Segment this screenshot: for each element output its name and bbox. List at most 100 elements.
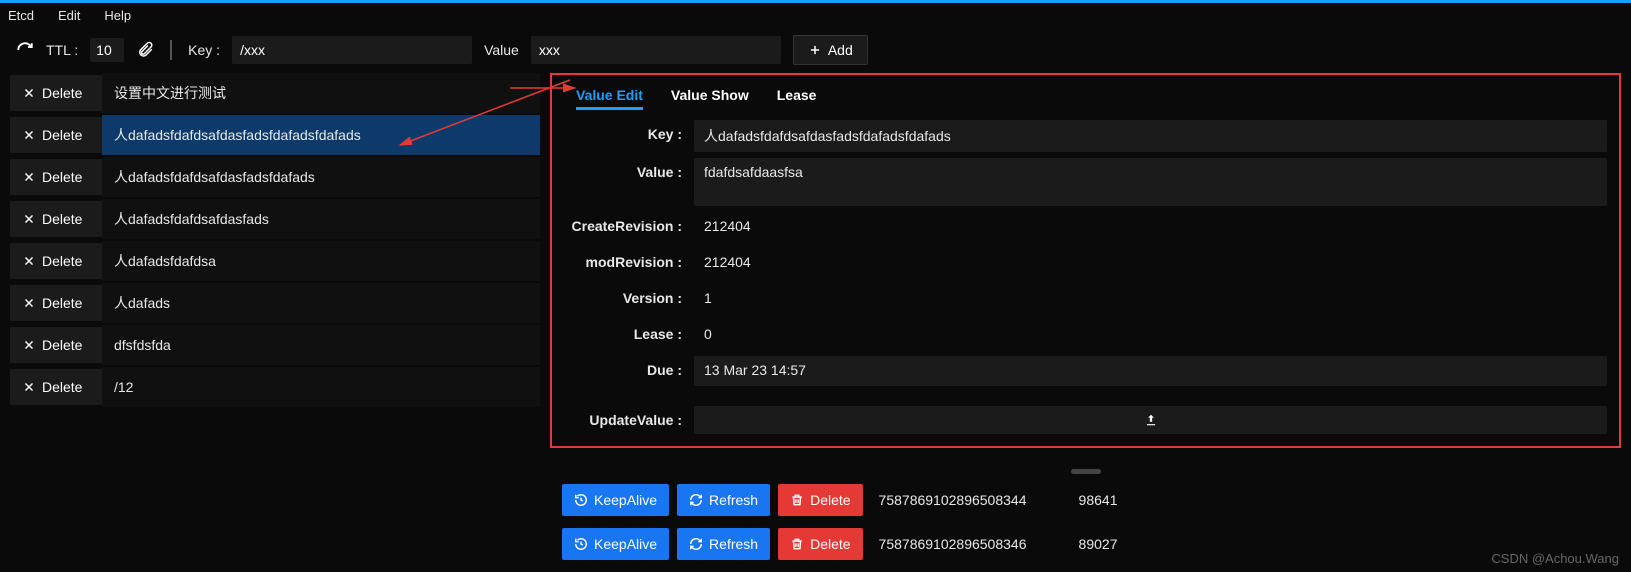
- key-row[interactable]: Delete 人dafadsfdafdsafdasfadsfdafads: [10, 157, 540, 197]
- detail-lease-value: 0: [694, 320, 1607, 350]
- lease-id: 7587869102896508344: [871, 492, 1071, 508]
- delete-button[interactable]: Delete: [10, 327, 102, 363]
- lease-ttl: 89027: [1079, 536, 1118, 552]
- detail-value-value[interactable]: fdafdsafdaasfsa: [694, 158, 1607, 206]
- menu-help[interactable]: Help: [104, 8, 131, 23]
- divider: [170, 40, 172, 60]
- menu-edit[interactable]: Edit: [58, 8, 80, 23]
- lease-row: KeepAlive Refresh Delete 758786910289650…: [550, 524, 1621, 564]
- history-icon: [574, 493, 588, 507]
- delete-button[interactable]: Delete: [10, 75, 102, 111]
- watermark: CSDN @Achou.Wang: [1491, 551, 1619, 566]
- delete-lease-label: Delete: [810, 536, 850, 552]
- key-text[interactable]: /12: [102, 367, 540, 407]
- refresh-icon: [689, 537, 703, 551]
- key-text[interactable]: 人dafadsfdafdsafdasfads: [102, 199, 540, 239]
- trash-icon: [790, 493, 804, 507]
- key-input[interactable]: [232, 36, 472, 64]
- close-icon: [22, 170, 36, 184]
- delete-lease-button[interactable]: Delete: [778, 484, 862, 516]
- upload-icon: [1144, 413, 1158, 427]
- trash-icon: [790, 537, 804, 551]
- close-icon: [22, 86, 36, 100]
- delete-label: Delete: [42, 127, 82, 143]
- close-icon: [22, 254, 36, 268]
- key-text[interactable]: 人dafadsfdafdsafdasfadsfdafadsfdafads: [102, 115, 540, 155]
- detail-version-value: 1: [694, 284, 1607, 314]
- attachment-icon[interactable]: [136, 41, 154, 59]
- delete-button[interactable]: Delete: [10, 369, 102, 405]
- refresh-label: Refresh: [709, 492, 758, 508]
- detail-panel: Value Edit Value Show Lease Key : 人dafad…: [550, 73, 1621, 448]
- lease-id: 7587869102896508346: [871, 536, 1071, 552]
- delete-button[interactable]: Delete: [10, 201, 102, 237]
- add-button-label: Add: [828, 42, 853, 58]
- delete-button[interactable]: Delete: [10, 159, 102, 195]
- upload-button[interactable]: [694, 406, 1607, 434]
- drag-handle[interactable]: [1071, 469, 1101, 474]
- key-row[interactable]: Delete 人dafads: [10, 283, 540, 323]
- refresh-button[interactable]: Refresh: [677, 484, 770, 516]
- ttl-label: TTL :: [46, 42, 78, 58]
- ttl-input[interactable]: [90, 38, 124, 62]
- detail-update-label: UpdateValue :: [564, 406, 694, 428]
- detail-version-label: Version :: [564, 284, 694, 306]
- tabs: Value Edit Value Show Lease: [564, 83, 1607, 120]
- value-input[interactable]: [531, 36, 781, 64]
- keepalive-button[interactable]: KeepAlive: [562, 528, 669, 560]
- value-label: Value: [484, 42, 519, 58]
- toolbar: TTL : Key : Value Add: [0, 27, 1631, 73]
- key-text[interactable]: 人dafadsfdafdsa: [102, 241, 540, 281]
- close-icon: [22, 380, 36, 394]
- detail-createrev-value: 212404: [694, 212, 1607, 242]
- menu-etcd[interactable]: Etcd: [8, 8, 34, 23]
- refresh-icon: [689, 493, 703, 507]
- key-row[interactable]: Delete 人dafadsfdafdsafdasfads: [10, 199, 540, 239]
- history-icon: [574, 537, 588, 551]
- close-icon: [22, 296, 36, 310]
- detail-key-value[interactable]: 人dafadsfdafdsafdasfadsfdafadsfdafads: [694, 120, 1607, 152]
- add-button[interactable]: Add: [793, 35, 868, 65]
- key-label: Key :: [188, 42, 220, 58]
- lease-row: KeepAlive Refresh Delete 758786910289650…: [550, 480, 1621, 520]
- key-text[interactable]: 人dafads: [102, 283, 540, 323]
- close-icon: [22, 212, 36, 226]
- delete-label: Delete: [42, 211, 82, 227]
- delete-button[interactable]: Delete: [10, 243, 102, 279]
- key-row[interactable]: Delete dfsfdsfda: [10, 325, 540, 365]
- detail-lease-label: Lease :: [564, 320, 694, 342]
- key-text[interactable]: 人dafadsfdafdsafdasfadsfdafads: [102, 157, 540, 197]
- tab-lease[interactable]: Lease: [777, 87, 817, 110]
- key-row[interactable]: Delete /12: [10, 367, 540, 407]
- refresh-label: Refresh: [709, 536, 758, 552]
- tab-value-edit[interactable]: Value Edit: [576, 87, 643, 110]
- key-text[interactable]: 设置中文进行测试: [102, 73, 540, 113]
- key-text[interactable]: dfsfdsfda: [102, 325, 540, 365]
- detail-due-value[interactable]: 13 Mar 23 14:57: [694, 356, 1607, 386]
- keepalive-button[interactable]: KeepAlive: [562, 484, 669, 516]
- refresh-icon[interactable]: [16, 41, 34, 59]
- key-row[interactable]: Delete 人dafadsfdafdsafdasfadsfdafadsfdaf…: [10, 115, 540, 155]
- delete-label: Delete: [42, 169, 82, 185]
- plus-icon: [808, 43, 822, 57]
- delete-button[interactable]: Delete: [10, 285, 102, 321]
- close-icon: [22, 128, 36, 142]
- delete-lease-button[interactable]: Delete: [778, 528, 862, 560]
- delete-label: Delete: [42, 337, 82, 353]
- refresh-button[interactable]: Refresh: [677, 528, 770, 560]
- delete-label: Delete: [42, 85, 82, 101]
- delete-button[interactable]: Delete: [10, 117, 102, 153]
- detail-value-label: Value :: [564, 158, 694, 180]
- lease-list: KeepAlive Refresh Delete 758786910289650…: [550, 480, 1621, 564]
- keepalive-label: KeepAlive: [594, 536, 657, 552]
- delete-label: Delete: [42, 253, 82, 269]
- key-row[interactable]: Delete 人dafadsfdafdsa: [10, 241, 540, 281]
- detail-createrev-label: CreateRevision :: [564, 212, 694, 234]
- detail-modrev-value: 212404: [694, 248, 1607, 278]
- key-row[interactable]: Delete 设置中文进行测试: [10, 73, 540, 113]
- lease-ttl: 98641: [1079, 492, 1118, 508]
- close-icon: [22, 338, 36, 352]
- detail-key-label: Key :: [564, 120, 694, 142]
- delete-label: Delete: [42, 295, 82, 311]
- tab-value-show[interactable]: Value Show: [671, 87, 749, 110]
